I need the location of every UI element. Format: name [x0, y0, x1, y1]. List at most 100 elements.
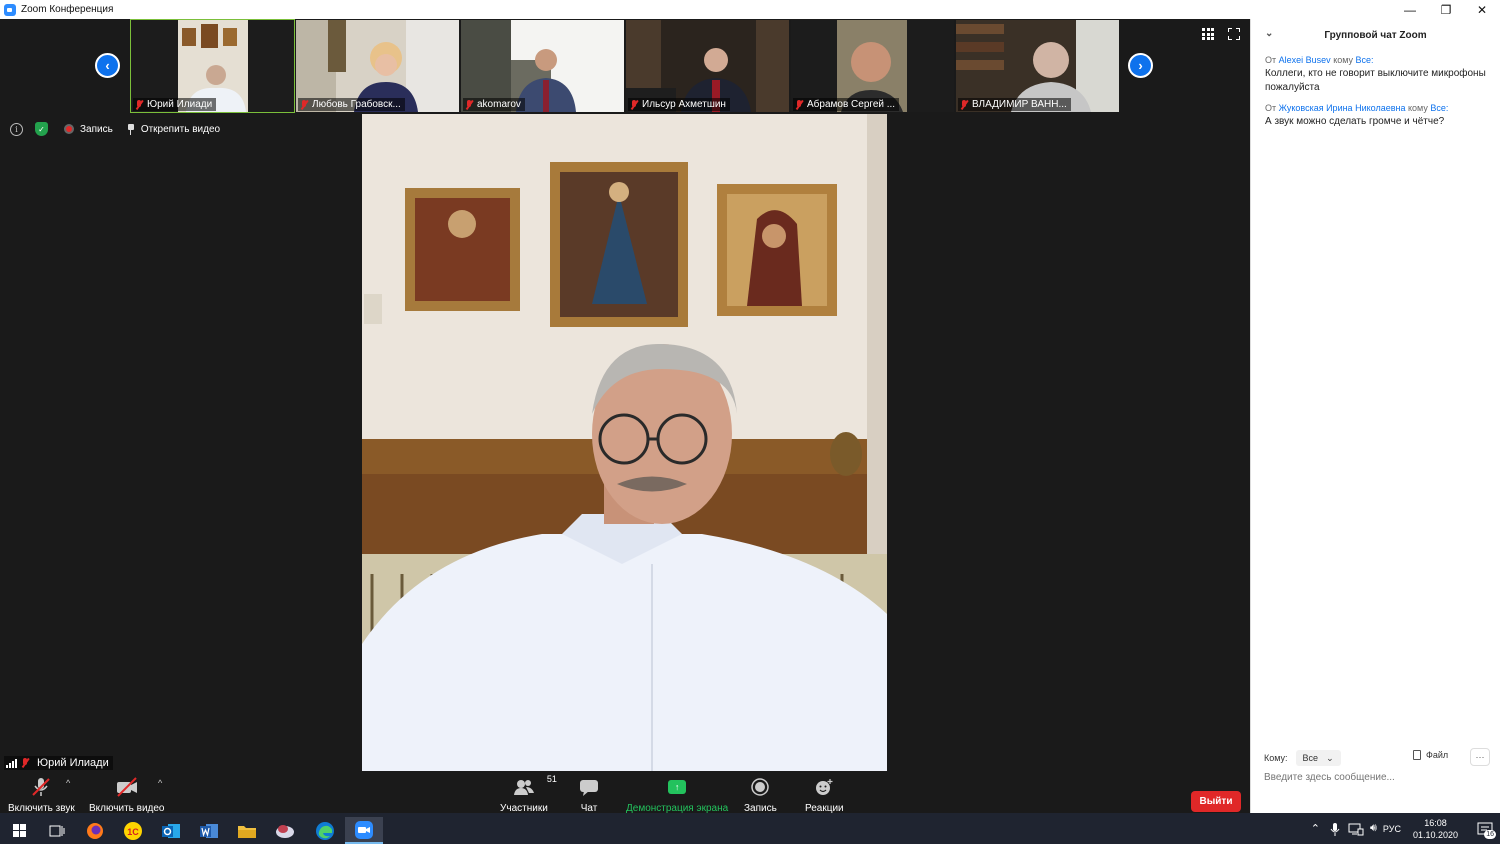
start-button[interactable] [0, 817, 38, 844]
clock[interactable]: 16:08 01.10.2020 [1413, 817, 1458, 841]
participant-thumbnail[interactable]: Абрамов Сергей ... [791, 20, 954, 112]
chevron-left-icon: ‹ [105, 58, 110, 73]
participants-count: 51 [546, 774, 557, 784]
clock-date: 01.10.2020 [1412, 829, 1458, 840]
network-icon[interactable] [1348, 822, 1364, 836]
participant-thumbnail[interactable]: ВЛАДИМИР ВАНН... [956, 20, 1119, 112]
record-button[interactable]: Запись [744, 776, 777, 814]
active-speaker-video [362, 114, 887, 771]
windows-logo-icon [12, 824, 26, 837]
video-off-icon [116, 777, 137, 797]
participant-thumbnail[interactable]: Ильсур Ахметшин [626, 20, 789, 112]
chat-button[interactable]: Чат [579, 776, 599, 814]
share-screen-button[interactable]: ↑ Демонстрация экрана [626, 776, 728, 814]
chat-title: Групповой чат Zoom [1324, 29, 1427, 41]
outlook-icon [162, 823, 180, 838]
taskbar-explorer[interactable] [228, 817, 266, 844]
reaction-smiley-icon [816, 779, 833, 795]
participant-thumbnail[interactable]: akomarov [461, 20, 624, 112]
unmute-button[interactable]: Включить звук [8, 776, 75, 814]
record-icon [751, 778, 770, 796]
taskbar-firefox[interactable] [76, 817, 114, 844]
shield-icon[interactable]: ✓ [35, 122, 48, 136]
chat-message-input[interactable] [1264, 772, 1489, 783]
message-sender[interactable]: Жуковская Ирина Николаевна [1279, 103, 1406, 113]
title-bar: Zoom Конференция — ❐ ✕ [0, 0, 1500, 19]
participants-icon [513, 780, 534, 795]
message-recipient: Все: [1430, 103, 1449, 113]
reactions-button[interactable]: Реакции [805, 776, 844, 814]
restore-button[interactable]: ❐ [1428, 0, 1464, 19]
taskbar-zoom[interactable] [345, 817, 383, 844]
participant-thumbnail[interactable]: Любовь Грабовск... [296, 20, 459, 112]
word-icon [200, 823, 218, 838]
task-view-icon [49, 825, 65, 836]
folder-icon [238, 825, 256, 838]
speaker-video-frame [362, 114, 887, 771]
microphone-icon[interactable] [1330, 822, 1340, 836]
notifications-button[interactable]: 16 [1470, 813, 1500, 844]
minimize-button[interactable]: — [1392, 0, 1428, 19]
active-speaker-name: Юрий Илиади [37, 757, 109, 769]
svg-text:1С: 1С [127, 827, 139, 837]
participant-thumbnail[interactable]: Юрий Илиади [130, 19, 295, 113]
participant-name: Ильсур Ахметшин [642, 99, 726, 110]
chevron-right-icon: › [1138, 58, 1143, 73]
taskbar-app[interactable] [266, 817, 304, 844]
to-label: Кому: [1264, 753, 1288, 763]
signal-bars-icon [6, 758, 17, 768]
speaker-volume-icon[interactable]: 🔊︎ [1370, 822, 1377, 835]
mic-muted-icon [795, 99, 803, 110]
more-options-button[interactable]: ··· [1470, 748, 1490, 766]
pin-icon[interactable] [127, 123, 135, 135]
taskbar-1c[interactable]: 1С [114, 817, 152, 844]
mic-muted-icon [21, 758, 29, 768]
chat-composer: Кому: Все ⌄ Файл ··· [1251, 737, 1500, 813]
task-view-button[interactable] [38, 817, 76, 844]
mic-muted-icon [300, 99, 308, 110]
from-prefix: От [1265, 103, 1277, 113]
close-button[interactable]: ✕ [1464, 0, 1500, 19]
recording-label: Запись [80, 123, 113, 135]
info-icon[interactable]: i [10, 122, 23, 136]
active-speaker-label: Юрий Илиади [4, 756, 113, 770]
meeting-area: ‹ Юрий Илиади Любовь Грабовск... akomaro… [0, 19, 1250, 832]
mic-muted-icon [465, 99, 473, 110]
collapse-chevron-icon[interactable]: ⌄ [1265, 28, 1273, 39]
prev-page-button[interactable]: ‹ [95, 53, 120, 78]
zoom-app-icon [355, 820, 373, 839]
file-button[interactable]: Файл [1413, 750, 1448, 760]
chevron-up-icon[interactable]: ⌃ [1311, 822, 1320, 835]
clock-time: 16:08 [1424, 817, 1447, 828]
message-text: А звук можно сделать громче и чётче? [1265, 116, 1445, 127]
mic-muted-icon [630, 99, 638, 110]
audio-options-caret[interactable]: ^ [66, 778, 70, 788]
video-options-caret[interactable]: ^ [158, 778, 162, 788]
chevron-down-icon: ⌄ [1326, 752, 1334, 763]
leave-meeting-button[interactable]: Выйти [1191, 791, 1241, 812]
gallery-view-icon[interactable] [1202, 28, 1214, 40]
system-tray: ⌃ 🔊︎ РУС 16:08 01.10.2020 16 [1311, 813, 1500, 844]
unpin-video-button[interactable]: Открепить видео [141, 124, 220, 135]
mic-muted-icon [32, 778, 51, 796]
start-video-button[interactable]: Включить видео [89, 776, 165, 814]
language-indicator[interactable]: РУС [1383, 824, 1401, 834]
file-label: Файл [1426, 750, 1449, 760]
chat-message: От Alexei Busev кому Все: Коллеги, кто н… [1251, 55, 1500, 95]
message-recipient: Все: [1355, 55, 1374, 65]
recipient-select[interactable]: Все ⌄ [1295, 750, 1341, 766]
participants-button[interactable]: 51 Участники [500, 774, 557, 814]
file-icon [1413, 750, 1421, 760]
message-sender[interactable]: Alexei Busev [1279, 55, 1331, 65]
fullscreen-icon[interactable] [1228, 28, 1240, 40]
to-prefix: кому [1333, 55, 1354, 65]
cloud-app-icon [276, 824, 294, 838]
taskbar-word[interactable] [190, 817, 228, 844]
firefox-icon [87, 822, 103, 839]
participant-name: akomarov [477, 99, 521, 110]
next-page-button[interactable]: › [1128, 53, 1153, 78]
chat-panel: ⌄ Групповой чат Zoom От Alexei Busev ком… [1250, 19, 1500, 813]
taskbar-edge[interactable] [306, 817, 344, 844]
taskbar-outlook[interactable] [152, 817, 190, 844]
participant-name: Юрий Илиади [147, 99, 213, 110]
